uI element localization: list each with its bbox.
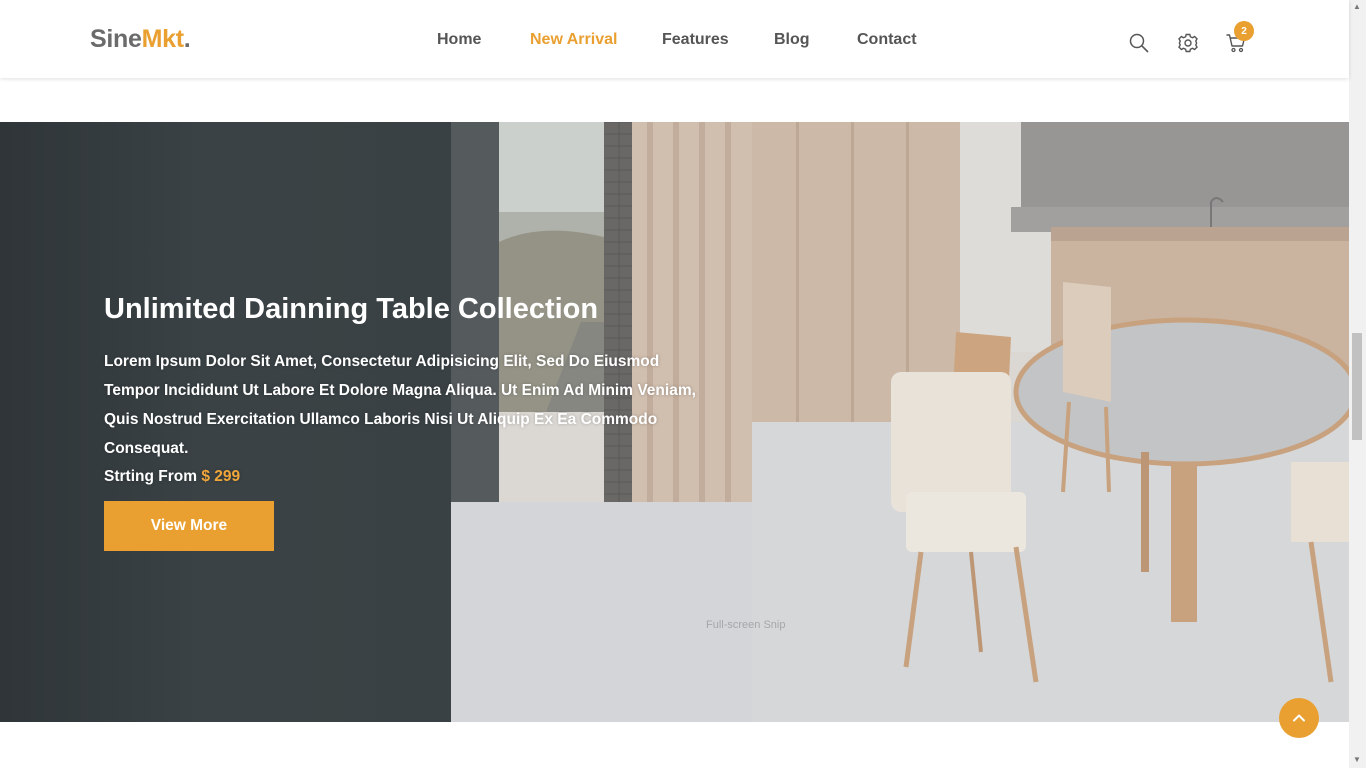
nav-item-new-arrival[interactable]: New Arrival — [530, 31, 617, 49]
nav-item-features[interactable]: Features — [662, 31, 729, 49]
scroll-up-arrow-icon[interactable]: ▲ — [1351, 2, 1363, 12]
logo[interactable]: SineMkt. — [90, 25, 191, 54]
scroll-down-arrow-icon[interactable]: ▼ — [1351, 755, 1363, 765]
hero-price: Strting From $ 299 — [104, 468, 714, 486]
hero-section: Unlimited Dainning Table Collection Lore… — [0, 122, 1349, 722]
price-value: $ 299 — [201, 468, 241, 485]
hero-description: Lorem Ipsum Dolor Sit Amet, Consectetur … — [104, 353, 696, 457]
nav-item-home[interactable]: Home — [437, 31, 481, 49]
nav-item-blog[interactable]: Blog — [774, 31, 810, 49]
view-more-button[interactable]: View More — [104, 501, 274, 551]
nav-item-contact[interactable]: Contact — [857, 31, 917, 49]
scrollbar-thumb[interactable] — [1352, 333, 1362, 440]
cart-count-badge: 2 — [1234, 21, 1254, 41]
price-label: Strting From — [104, 468, 197, 485]
site-header: SineMkt. Home New Arrival Features Blog … — [0, 0, 1349, 78]
logo-text-accent: Mkt — [141, 25, 184, 53]
snip-overlay-label: Full-screen Snip — [706, 619, 786, 631]
gear-icon[interactable] — [1177, 32, 1199, 54]
search-icon[interactable] — [1128, 32, 1150, 54]
logo-text-dot: . — [183, 25, 191, 53]
chevron-up-icon — [1293, 714, 1305, 722]
hero-content: Unlimited Dainning Table Collection Lore… — [104, 290, 714, 551]
logo-text-main: Sine — [90, 25, 142, 53]
back-to-top-button[interactable] — [1279, 698, 1319, 738]
hero-title: Unlimited Dainning Table Collection — [104, 293, 599, 325]
